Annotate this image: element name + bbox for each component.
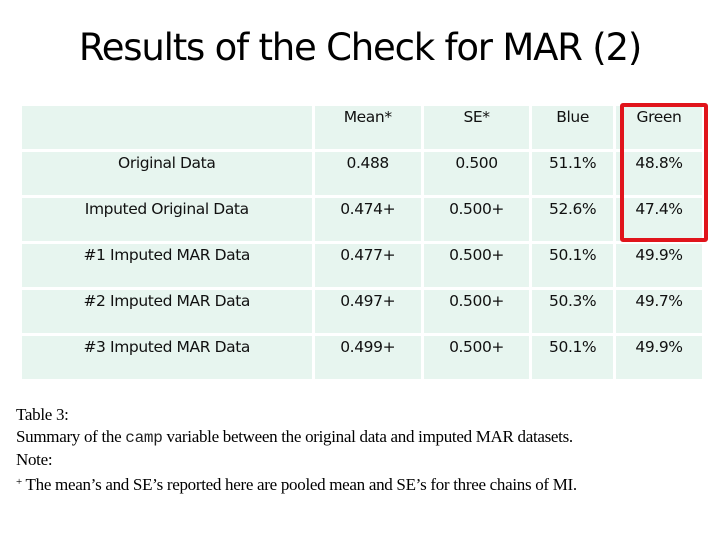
- row-label: Original Data: [22, 152, 312, 195]
- table-row: #1 Imputed MAR Data 0.477+ 0.500+ 50.1% …: [22, 244, 702, 287]
- caption-summary-prefix: Summary of the: [16, 427, 126, 446]
- cell-green: 49.9%: [616, 244, 702, 287]
- cell-blue: 50.1%: [532, 336, 614, 379]
- cell-se: 0.500+: [423, 336, 530, 379]
- cell-blue: 52.6%: [532, 198, 614, 241]
- cell-se: 0.500+: [423, 290, 530, 333]
- caption-table-label: Table 3:: [16, 405, 69, 424]
- caption-summary-suffix: variable between the original data and i…: [162, 427, 573, 446]
- table-row: #2 Imputed MAR Data 0.497+ 0.500+ 50.3% …: [22, 290, 702, 333]
- cell-green: 49.9%: [616, 336, 702, 379]
- table-row: Original Data 0.488 0.500 51.1% 48.8%: [22, 152, 702, 195]
- cell-green: 47.4%: [616, 198, 702, 241]
- row-label: #2 Imputed MAR Data: [22, 290, 312, 333]
- table-header-row: Mean* SE* Blue Green: [22, 106, 702, 149]
- cell-mean: 0.499+: [314, 336, 421, 379]
- table-row: #3 Imputed MAR Data 0.499+ 0.500+ 50.1% …: [22, 336, 702, 379]
- caption-variable-code: camp: [125, 429, 163, 447]
- cell-se: 0.500: [423, 152, 530, 195]
- row-label: #1 Imputed MAR Data: [22, 244, 312, 287]
- cell-se: 0.500+: [423, 244, 530, 287]
- summary-table: Mean* SE* Blue Green Original Data 0.488…: [19, 103, 705, 382]
- cell-mean: 0.477+: [314, 244, 421, 287]
- cell-green: 49.7%: [616, 290, 702, 333]
- row-label: #3 Imputed MAR Data: [22, 336, 312, 379]
- table-caption: Table 3: Summary of the camp variable be…: [16, 404, 716, 496]
- caption-footnote: + The mean’s and SE’s reported here are …: [16, 471, 716, 496]
- cell-se: 0.500+: [423, 198, 530, 241]
- table-row: Imputed Original Data 0.474+ 0.500+ 52.6…: [22, 198, 702, 241]
- cell-green: 48.8%: [616, 152, 702, 195]
- header-cell-se: SE*: [423, 106, 530, 149]
- caption-note-label: Note:: [16, 450, 53, 469]
- row-label: Imputed Original Data: [22, 198, 312, 241]
- cell-mean: 0.497+: [314, 290, 421, 333]
- slide-title: Results of the Check for MAR (2): [78, 26, 642, 69]
- caption-summary: Summary of the camp variable between the…: [16, 426, 716, 449]
- header-cell-green: Green: [616, 106, 702, 149]
- cell-blue: 51.1%: [532, 152, 614, 195]
- cell-blue: 50.1%: [532, 244, 614, 287]
- cell-mean: 0.474+: [314, 198, 421, 241]
- header-cell-blue: Blue: [532, 106, 614, 149]
- header-cell-mean: Mean*: [314, 106, 421, 149]
- cell-blue: 50.3%: [532, 290, 614, 333]
- footnote-text: The mean’s and SE’s reported here are po…: [21, 475, 578, 494]
- header-cell-label: [22, 106, 312, 149]
- cell-mean: 0.488: [314, 152, 421, 195]
